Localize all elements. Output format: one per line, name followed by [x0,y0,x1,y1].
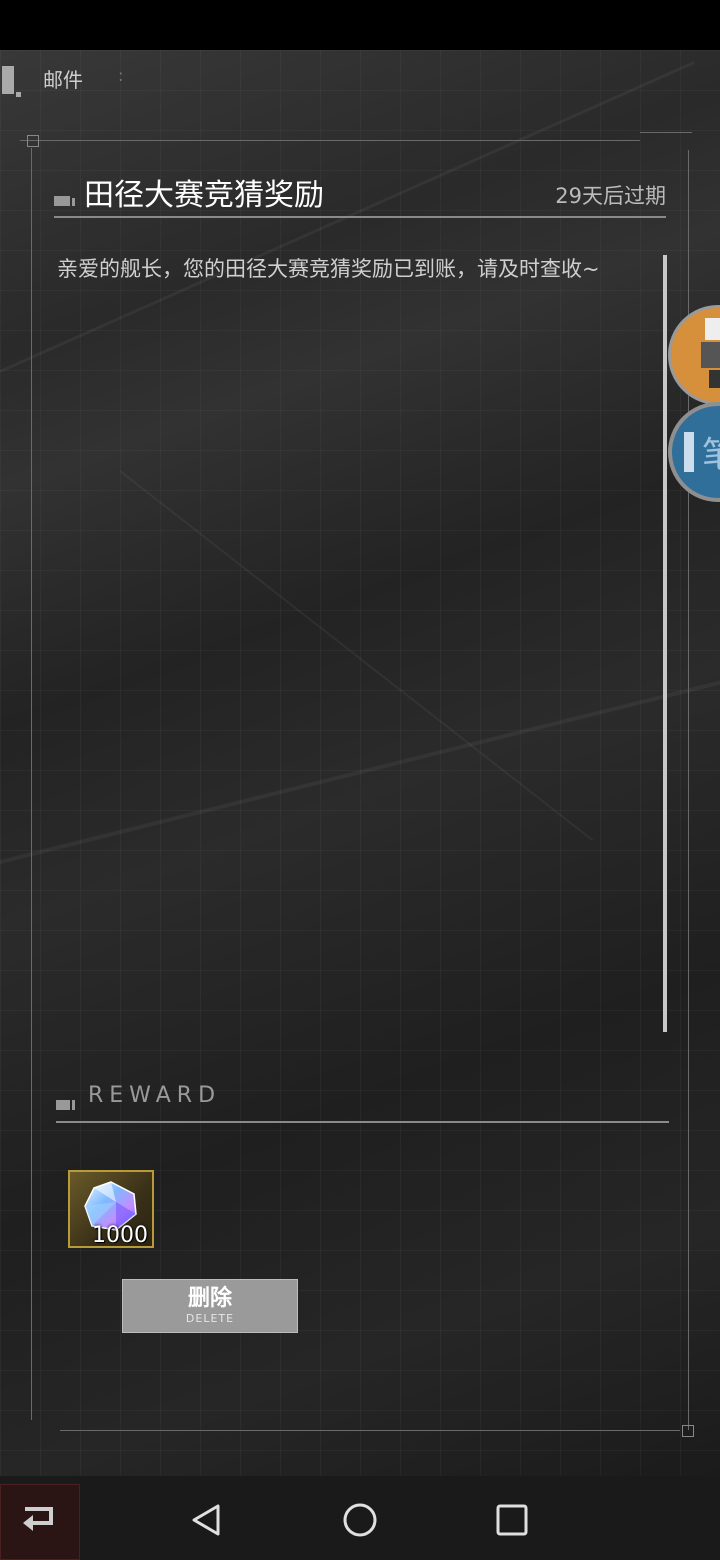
reward-label: REWARD [88,1083,222,1108]
mail-expiry: 29天后过期 [555,184,666,208]
reward-item[interactable]: 1000 [68,1170,154,1248]
mail-title: 田径大赛竞猜奖励 [84,178,324,213]
delete-button[interactable]: 删除 DELETE [122,1279,298,1333]
delete-button-sublabel: DELETE [185,1312,235,1325]
frame-top-line [20,140,640,141]
reward-divider [56,1121,669,1123]
top-bar: 邮件 : [0,62,200,102]
header-mark [2,66,14,94]
mail-screen: 邮件 : 田径大赛竞猜奖励 29天后过期 亲爱的舰长，您的田径大赛竞猜奖励已到账… [0,50,720,1476]
frame-corner-top-left [27,135,39,147]
reward-item-count: 1000 [92,1223,148,1248]
mail-scrollbar[interactable] [663,255,667,1032]
floating-assistant-avatar[interactable] [668,305,720,405]
reward-mark [56,1100,70,1110]
notes-label: 笔 [702,426,720,478]
recents-square-icon[interactable] [492,1500,532,1540]
notes-bar-icon [684,432,694,472]
header-separator: : [118,66,124,85]
delete-button-label: 删除 [187,1286,232,1311]
back-triangle-icon[interactable] [186,1500,226,1540]
title-divider [54,216,666,218]
frame-left-line [31,148,32,1420]
mail-body: 亲爱的舰长，您的田径大赛竞猜奖励已到账，请及时查收~ [57,257,600,281]
frame-corner-bottom-right [682,1425,694,1437]
frame-top-right-line [640,132,692,133]
page-title: 邮件 [43,68,83,92]
return-arrow-icon [23,1507,53,1531]
system-nav-bar [0,1476,720,1560]
return-button[interactable] [0,1484,80,1560]
reward-mark-tick [72,1100,75,1110]
frame-bottom-line [60,1430,680,1431]
status-bar [0,0,720,50]
title-mark [54,196,70,206]
header-mark-dot [16,92,21,97]
title-mark-tick [72,198,75,206]
floating-notes-button[interactable]: 笔 [668,402,720,502]
home-circle-icon[interactable] [340,1500,380,1540]
